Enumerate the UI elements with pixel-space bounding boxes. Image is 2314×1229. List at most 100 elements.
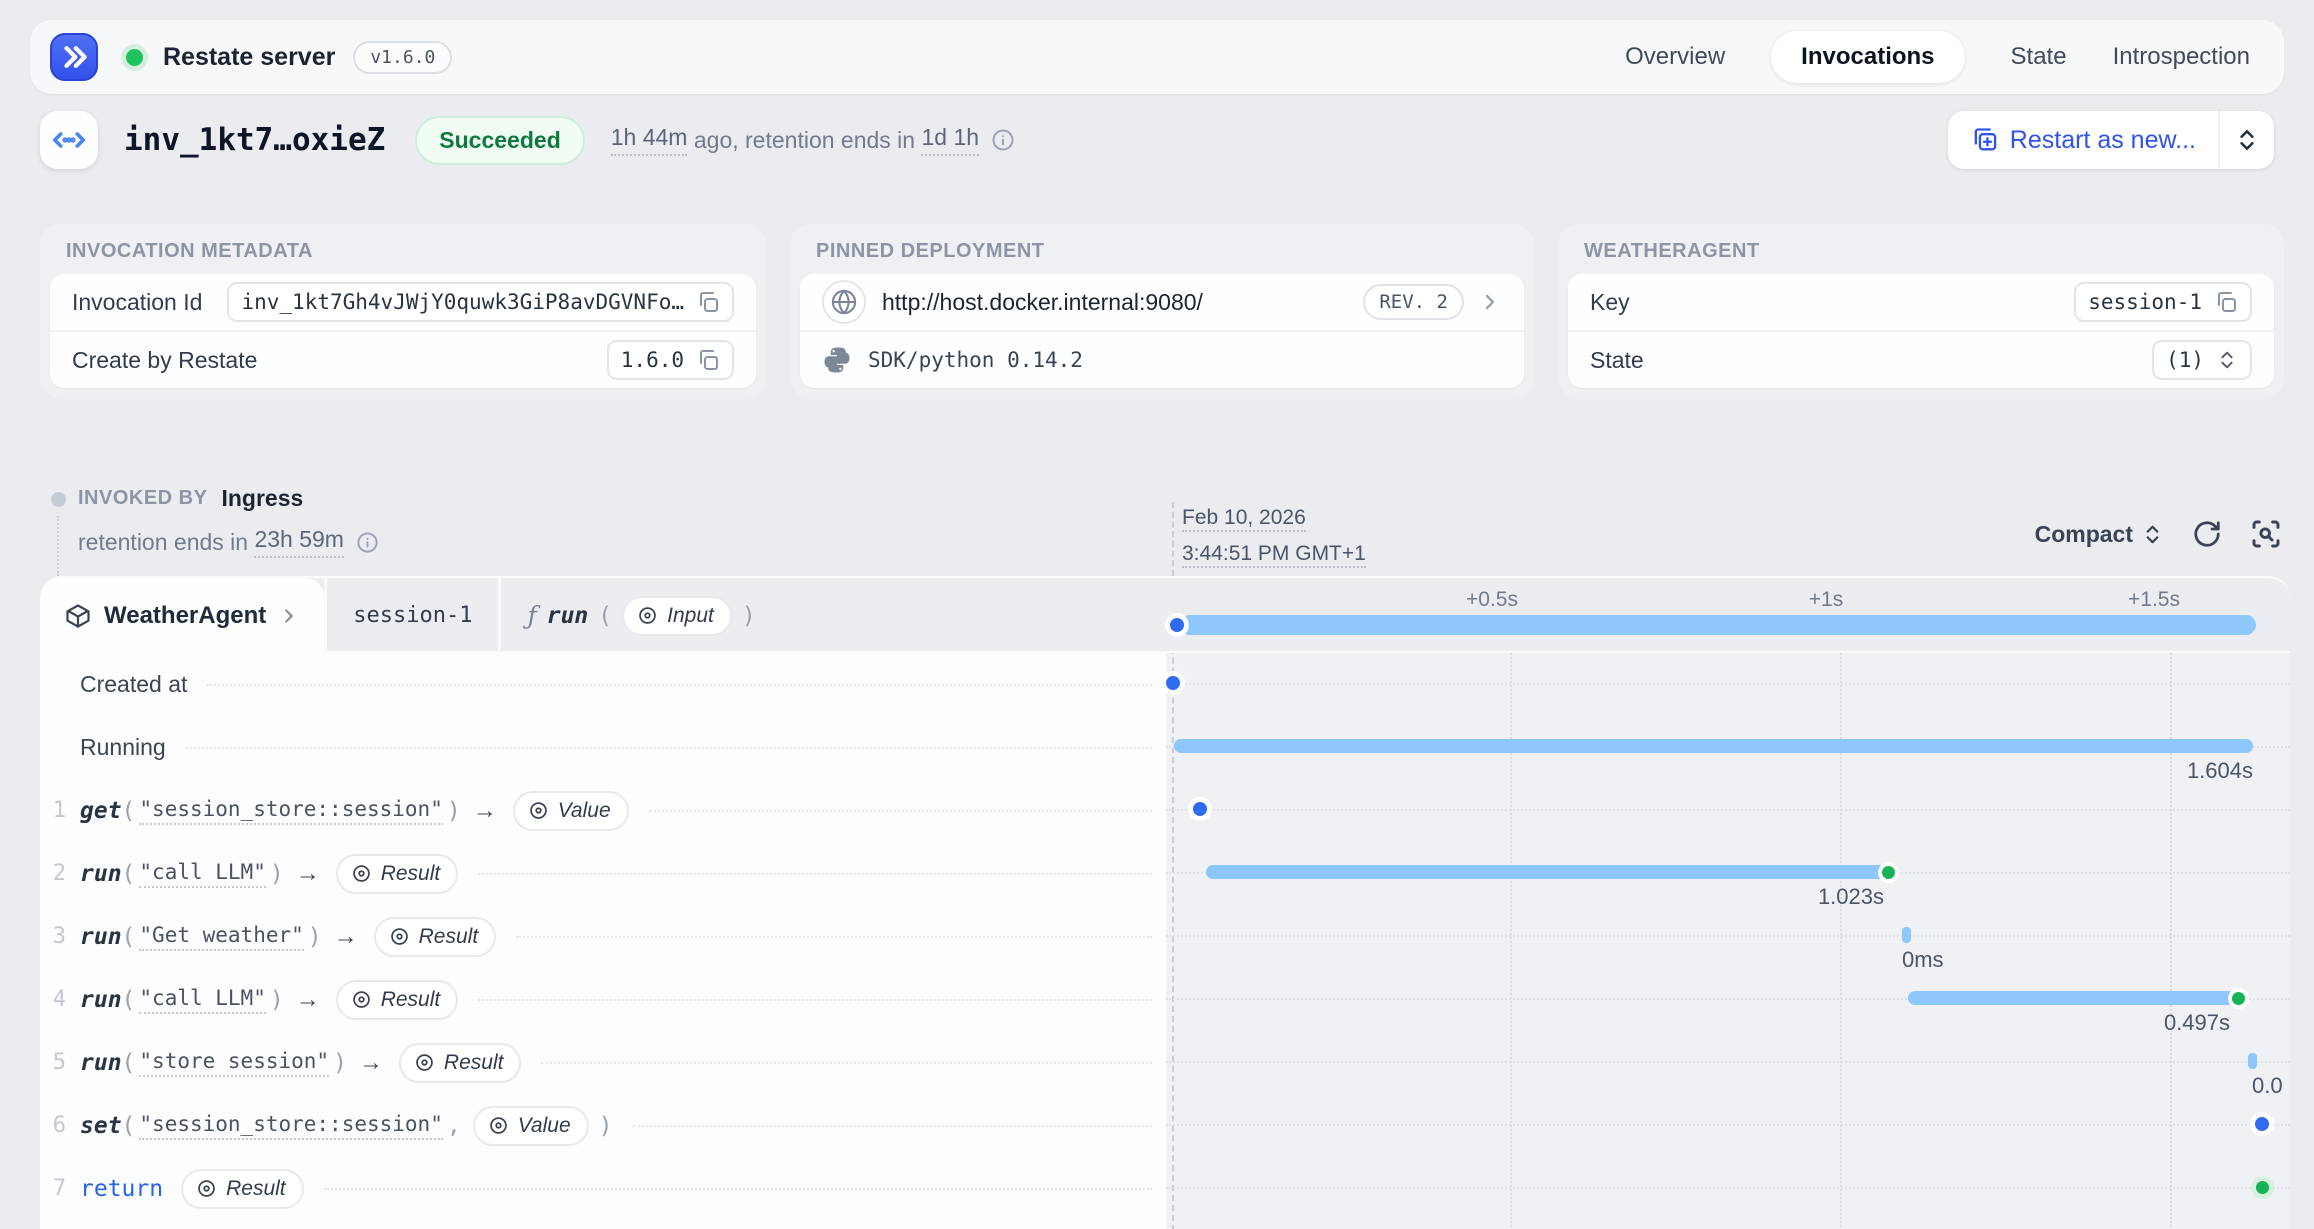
invocation-id-text: inv_1kt7Gh4vJWjY0quwk3GiP8avDGVNFo…: [241, 290, 684, 314]
result-pill[interactable]: Result: [181, 1169, 304, 1209]
journal-row-created-at: Created at: [40, 653, 1166, 716]
info-icon[interactable]: [991, 128, 1015, 152]
open-paren: (: [122, 924, 136, 950]
entry-number: 1: [40, 798, 66, 823]
row-label: Create by Restate: [72, 347, 257, 374]
entry-number: 4: [40, 987, 66, 1012]
arrow: →: [296, 860, 320, 888]
copy-icon[interactable]: [2214, 290, 2238, 314]
entry-arg[interactable]: "call LLM": [139, 986, 265, 1014]
journal-row-run-store-session: 5 run ( "store session" ) → Result: [40, 1031, 1166, 1094]
tab-key-session-1[interactable]: session-1: [324, 578, 498, 653]
entry-keyword: run: [80, 861, 122, 887]
axis-tick-0-5s: +0.5s: [1466, 588, 1518, 612]
copy-icon[interactable]: [696, 290, 720, 314]
entry-arg[interactable]: "Get weather": [139, 923, 303, 951]
copy-icon[interactable]: [696, 348, 720, 372]
service-name: WeatherAgent: [104, 602, 266, 630]
value-pill[interactable]: Value: [473, 1106, 589, 1146]
retention-countdown[interactable]: 23h 59m: [254, 526, 344, 558]
tab-overview[interactable]: Overview: [1625, 43, 1725, 71]
info-icon[interactable]: [356, 531, 379, 554]
journal-row-set: 6 set ( "session_store::session" , Value…: [40, 1094, 1166, 1157]
axis-tick-1-5s: +1.5s: [2128, 588, 2180, 612]
timeline-dot-get: [1193, 802, 1207, 816]
entry-keyword: run: [80, 924, 122, 950]
invoked-by-dot: [51, 492, 66, 507]
python-icon: [822, 345, 852, 375]
chevrons-up-down-icon: [2216, 349, 2238, 371]
deployment-endpoint-row[interactable]: http://host.docker.internal:9080/ REV. 2: [800, 274, 1524, 330]
card-invocation-metadata: INVOCATION METADATA Invocation Id inv_1k…: [40, 224, 766, 398]
close-paren: ): [447, 798, 461, 824]
journal-row-running: Running: [40, 716, 1166, 779]
card-title: WEATHERAGENT: [1558, 224, 2284, 263]
entry-keyword-return: return: [80, 1176, 163, 1202]
arrow: →: [359, 1049, 383, 1077]
entry-keyword: run: [80, 987, 122, 1013]
invocation-id-title: inv_1kt7…oxieZ: [124, 122, 385, 158]
timeline-tick-store-session: [2248, 1053, 2257, 1069]
row-leader-line: [1166, 1124, 2290, 1126]
service-key-row: Key session-1: [1568, 274, 2274, 330]
tab-invocations[interactable]: Invocations: [1771, 31, 1964, 83]
tab-service-weatheragent[interactable]: WeatherAgent: [40, 578, 324, 653]
restart-options-caret[interactable]: [2220, 111, 2274, 169]
comma: ,: [447, 1113, 461, 1139]
duration-running: 1.604s: [2187, 758, 2253, 784]
timeline-bar-call-llm-2: [1908, 991, 2240, 1005]
open-paren: (: [122, 861, 136, 887]
arrow: →: [334, 923, 358, 951]
close-paren: ): [270, 987, 284, 1013]
tab-introspection[interactable]: Introspection: [2113, 43, 2250, 71]
invocation-meta: 1h 44m ago, retention ends in 1d 1h: [611, 124, 1015, 156]
row-leader-line: [1166, 935, 2290, 937]
age-text[interactable]: 1h 44m: [611, 124, 688, 156]
result-pill[interactable]: Result: [336, 854, 459, 894]
journal-row-run-call-llm-1: 2 run ( "call LLM" ) → Result: [40, 842, 1166, 905]
input-pill[interactable]: Input: [622, 596, 732, 636]
duration-store-session: 0.0: [2252, 1073, 2283, 1099]
iris-icon: [351, 863, 372, 884]
chevron-right-icon[interactable]: [1478, 290, 1502, 314]
start-time[interactable]: 3:44:51 PM GMT+1: [1182, 542, 1366, 568]
pill-label: Result: [444, 1051, 504, 1075]
timeline-dot-return: [2256, 1181, 2269, 1194]
iris-icon: [414, 1052, 435, 1073]
entry-arg[interactable]: "session_store::session": [139, 1112, 442, 1140]
open-paren: (: [122, 1050, 136, 1076]
tab-state[interactable]: State: [2011, 43, 2067, 71]
timeline-dot-call-llm-1-end: [1882, 866, 1895, 879]
state-count-select[interactable]: (1): [2152, 340, 2252, 380]
result-pill[interactable]: Result: [336, 980, 459, 1020]
entry-arg[interactable]: "session_store::session": [139, 797, 442, 825]
value-pill[interactable]: Value: [513, 791, 629, 831]
start-date[interactable]: Feb 10, 2026: [1182, 506, 1306, 532]
entry-arg[interactable]: "store session": [139, 1049, 329, 1077]
entry-number: 3: [40, 924, 66, 949]
invoked-by-connector-line: [57, 516, 59, 576]
meta-text: ago, retention ends in: [687, 127, 921, 154]
retention-text[interactable]: 1d 1h: [921, 124, 979, 156]
timeline-bar-invocation: [1180, 615, 2256, 635]
timeline-bar-call-llm-1: [1206, 865, 1890, 879]
journal-row-run-get-weather: 3 run ( "Get weather" ) → Result: [40, 905, 1166, 968]
iris-icon: [196, 1178, 217, 1199]
chevron-right-icon: [278, 605, 300, 627]
result-pill[interactable]: Result: [374, 917, 497, 957]
density-select[interactable]: Compact: [2035, 521, 2164, 548]
timeline-tick-get-weather: [1902, 927, 1911, 943]
tab-handler-run[interactable]: ƒ run ( Input ): [498, 578, 781, 653]
timeline-bar-running: [1174, 739, 2253, 753]
scan-search-icon[interactable]: [2250, 518, 2282, 550]
result-pill[interactable]: Result: [399, 1043, 522, 1083]
row-leader-line: [1166, 1187, 2290, 1189]
iris-icon: [351, 989, 372, 1010]
key-text: session-1: [2088, 290, 2202, 314]
entry-arg[interactable]: "call LLM": [139, 860, 265, 888]
restart-as-new-action[interactable]: Restart as new...: [1948, 111, 2218, 169]
refresh-icon[interactable]: [2192, 519, 2222, 549]
close-paren: ): [742, 603, 756, 629]
state-count-text: (1): [2166, 348, 2204, 372]
duration-get-weather: 0ms: [1902, 947, 1944, 973]
